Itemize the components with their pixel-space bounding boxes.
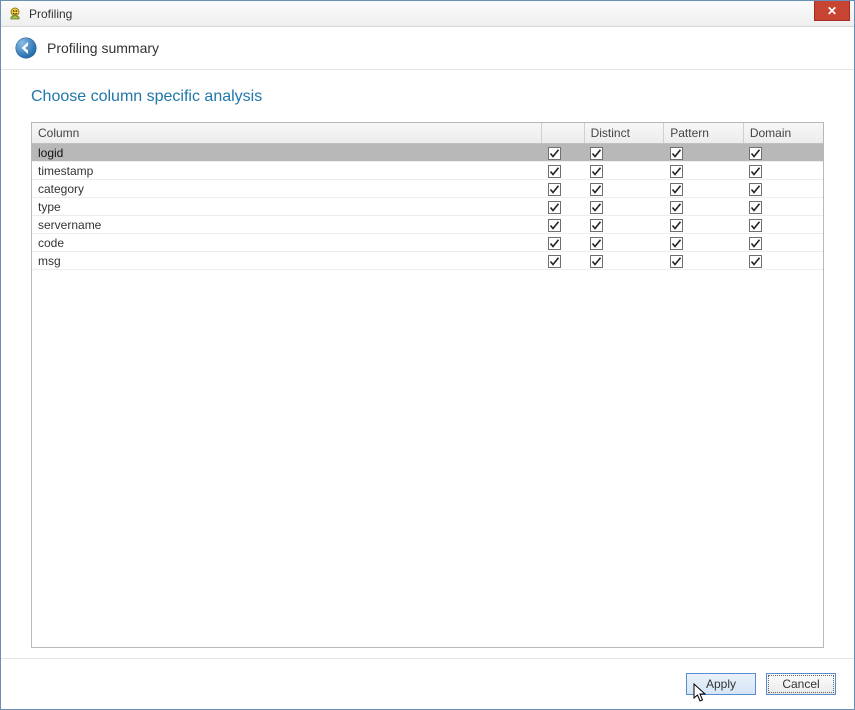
cell-check1: [542, 162, 584, 180]
table-header-row: Column Distinct Pattern Domain: [32, 123, 823, 144]
checkbox[interactable]: [749, 255, 762, 268]
analysis-table-container: Column Distinct Pattern Domain logidtime…: [31, 122, 824, 648]
analysis-table: Column Distinct Pattern Domain logidtime…: [32, 123, 823, 270]
cell-domain: [743, 198, 823, 216]
cell-domain: [743, 180, 823, 198]
checkbox[interactable]: [548, 183, 561, 196]
header-column[interactable]: Column: [32, 123, 542, 144]
cell-column-name: code: [32, 234, 542, 252]
checkbox[interactable]: [590, 255, 603, 268]
cell-domain: [743, 162, 823, 180]
cell-check1: [542, 198, 584, 216]
apply-button[interactable]: Apply: [686, 673, 756, 695]
header-domain[interactable]: Domain: [743, 123, 823, 144]
back-icon[interactable]: [15, 37, 37, 59]
table-row[interactable]: timestamp: [32, 162, 823, 180]
cell-pattern: [664, 144, 744, 162]
checkbox[interactable]: [670, 219, 683, 232]
checkbox[interactable]: [749, 183, 762, 196]
cell-column-name: type: [32, 198, 542, 216]
window-title: Profiling: [29, 7, 72, 21]
cell-column-name: logid: [32, 144, 542, 162]
checkbox[interactable]: [670, 201, 683, 214]
cell-column-name: msg: [32, 252, 542, 270]
cell-pattern: [664, 234, 744, 252]
header-pattern[interactable]: Pattern: [664, 123, 744, 144]
cell-pattern: [664, 252, 744, 270]
profiling-window: Profiling ✕ Profiling summary Choose col…: [0, 0, 855, 710]
cell-pattern: [664, 216, 744, 234]
checkbox[interactable]: [670, 165, 683, 178]
subheader: Profiling summary: [1, 27, 854, 70]
checkbox[interactable]: [590, 219, 603, 232]
cell-check1: [542, 216, 584, 234]
table-row[interactable]: code: [32, 234, 823, 252]
cell-distinct: [584, 252, 664, 270]
cell-check1: [542, 234, 584, 252]
cell-distinct: [584, 180, 664, 198]
page-title: Profiling summary: [47, 40, 159, 56]
checkbox[interactable]: [670, 183, 683, 196]
cell-domain: [743, 144, 823, 162]
checkbox[interactable]: [590, 201, 603, 214]
content-area: Choose column specific analysis Column D…: [1, 70, 854, 658]
cell-column-name: servername: [32, 216, 542, 234]
checkbox[interactable]: [670, 255, 683, 268]
titlebar: Profiling ✕: [1, 1, 854, 27]
cell-check1: [542, 144, 584, 162]
section-heading: Choose column specific analysis: [31, 88, 824, 106]
table-row[interactable]: servername: [32, 216, 823, 234]
cell-column-name: category: [32, 180, 542, 198]
cell-pattern: [664, 198, 744, 216]
checkbox[interactable]: [749, 147, 762, 160]
checkbox[interactable]: [548, 165, 561, 178]
cell-pattern: [664, 162, 744, 180]
cell-domain: [743, 216, 823, 234]
checkbox[interactable]: [590, 237, 603, 250]
cancel-button[interactable]: Cancel: [766, 673, 836, 695]
cell-domain: [743, 234, 823, 252]
checkbox[interactable]: [548, 147, 561, 160]
cell-distinct: [584, 198, 664, 216]
checkbox[interactable]: [548, 255, 561, 268]
checkbox[interactable]: [548, 201, 561, 214]
header-distinct[interactable]: Distinct: [584, 123, 664, 144]
checkbox[interactable]: [749, 201, 762, 214]
checkbox[interactable]: [548, 219, 561, 232]
table-row[interactable]: category: [32, 180, 823, 198]
checkbox[interactable]: [590, 147, 603, 160]
checkbox[interactable]: [590, 183, 603, 196]
cell-check1: [542, 180, 584, 198]
cell-distinct: [584, 144, 664, 162]
table-row[interactable]: type: [32, 198, 823, 216]
cell-column-name: timestamp: [32, 162, 542, 180]
checkbox[interactable]: [670, 147, 683, 160]
cell-check1: [542, 252, 584, 270]
checkbox[interactable]: [548, 237, 561, 250]
cell-distinct: [584, 162, 664, 180]
checkbox[interactable]: [749, 219, 762, 232]
checkbox[interactable]: [590, 165, 603, 178]
close-button[interactable]: ✕: [814, 1, 850, 21]
cell-distinct: [584, 234, 664, 252]
close-icon: ✕: [827, 5, 837, 17]
header-check1[interactable]: [542, 123, 584, 144]
checkbox[interactable]: [670, 237, 683, 250]
checkbox[interactable]: [749, 165, 762, 178]
cell-domain: [743, 252, 823, 270]
footer: Apply Cancel: [1, 658, 854, 709]
table-row[interactable]: msg: [32, 252, 823, 270]
cell-distinct: [584, 216, 664, 234]
checkbox[interactable]: [749, 237, 762, 250]
table-row[interactable]: logid: [32, 144, 823, 162]
app-icon: [7, 6, 23, 22]
cell-pattern: [664, 180, 744, 198]
